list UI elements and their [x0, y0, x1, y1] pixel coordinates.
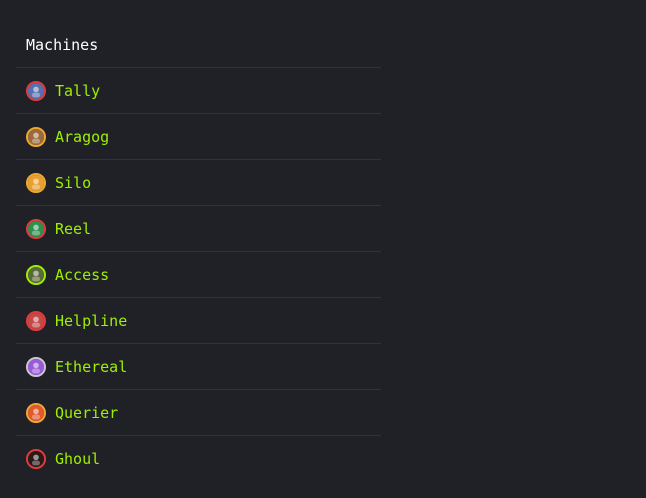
- machine-row[interactable]: Querier: [16, 390, 381, 436]
- aragog-avatar-icon[interactable]: [26, 126, 46, 147]
- machine-name-link[interactable]: Helpline: [55, 312, 127, 330]
- machine-row[interactable]: Silo: [16, 160, 381, 206]
- silo-avatar-icon[interactable]: [26, 172, 46, 193]
- machines-header: Machines: [16, 22, 381, 68]
- machine-name-link[interactable]: Querier: [55, 404, 118, 422]
- machine-list: Tally Aragog Silo Reel Access Helpline Etherea…: [16, 68, 381, 482]
- ethereal-avatar-icon[interactable]: [26, 356, 46, 377]
- machine-name-link[interactable]: Tally: [55, 82, 100, 100]
- machine-name-link[interactable]: Ethereal: [55, 358, 127, 376]
- machine-row[interactable]: Tally: [16, 68, 381, 114]
- tally-avatar-icon[interactable]: [26, 80, 46, 101]
- machine-row[interactable]: Access: [16, 252, 381, 298]
- machine-row[interactable]: Ethereal: [16, 344, 381, 390]
- access-avatar-icon[interactable]: [26, 264, 46, 285]
- machine-name-link[interactable]: Aragog: [55, 128, 109, 146]
- ghoul-avatar-icon[interactable]: [26, 449, 46, 469]
- machine-name-link[interactable]: Access: [55, 266, 109, 284]
- machine-row[interactable]: Aragog: [16, 114, 381, 160]
- reel-avatar-icon[interactable]: [26, 218, 46, 239]
- section-title: Machines: [26, 35, 99, 54]
- machine-row[interactable]: Reel: [16, 206, 381, 252]
- machines-panel: Machines Tally Aragog Silo Reel Access Helpli…: [16, 22, 381, 482]
- machine-row[interactable]: Helpline: [16, 298, 381, 344]
- machine-name-link[interactable]: Silo: [55, 174, 91, 192]
- machine-name-link[interactable]: Reel: [55, 220, 91, 238]
- querier-avatar-icon[interactable]: [26, 402, 46, 423]
- machine-name-link[interactable]: Ghoul: [55, 450, 100, 468]
- helpline-avatar-icon[interactable]: [26, 310, 46, 331]
- machine-row[interactable]: Ghoul: [16, 436, 381, 482]
